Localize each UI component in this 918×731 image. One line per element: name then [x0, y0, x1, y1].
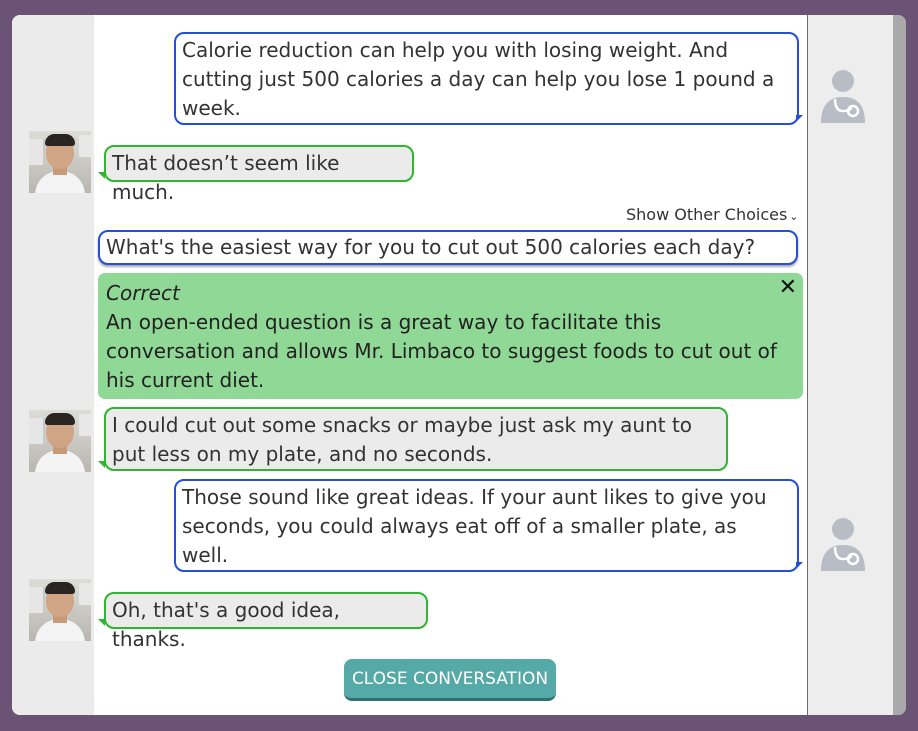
- patient-avatar: [29, 410, 91, 472]
- doctor-message: Those sound like great ideas. If your au…: [174, 479, 799, 572]
- close-conversation-button[interactable]: CLOSE CONVERSATION: [344, 659, 556, 701]
- patient-message-text: I could cut out some snacks or maybe jus…: [112, 413, 693, 466]
- show-other-choices-link[interactable]: Show Other Choices ⌄: [626, 205, 799, 224]
- doctor-bubble-tail: [796, 562, 803, 569]
- patient-message: I could cut out some snacks or maybe jus…: [104, 407, 728, 471]
- conversation-panel: Calorie reduction can help you with losi…: [12, 15, 906, 715]
- feedback-panel: Correct An open-ended question is a grea…: [98, 273, 803, 399]
- patient-bubble-tail: [98, 619, 105, 626]
- show-other-choices-label: Show Other Choices: [626, 205, 788, 224]
- doctor-avatar-icon: [821, 518, 865, 571]
- selected-choice-text: What's the easiest way for you to cut ou…: [106, 235, 756, 259]
- feedback-title: Correct: [106, 281, 180, 305]
- close-feedback-icon[interactable]: ✕: [779, 273, 797, 302]
- feedback-body: An open-ended question is a great way to…: [106, 310, 777, 392]
- doctor-message-text: Calorie reduction can help you with losi…: [182, 38, 775, 120]
- doctor-message: Calorie reduction can help you with losi…: [174, 32, 799, 125]
- patient-message: That doesn’t seem like much.: [104, 145, 414, 204]
- patient-message: Oh, that's a good idea, thanks.: [104, 592, 428, 651]
- chevron-down-icon: ⌄: [789, 210, 799, 223]
- patient-bubble-tail: [98, 461, 105, 468]
- patient-avatar: [29, 131, 91, 193]
- patient-avatar: [29, 579, 91, 641]
- doctor-avatar-icon: [821, 70, 865, 123]
- doctor-bubble-tail: [796, 115, 803, 122]
- scrollbar[interactable]: [893, 15, 906, 715]
- patient-bubble-tail: [98, 172, 105, 179]
- doctor-message-text: Those sound like great ideas. If your au…: [182, 485, 767, 567]
- selected-choice-message: What's the easiest way for you to cut ou…: [98, 230, 798, 265]
